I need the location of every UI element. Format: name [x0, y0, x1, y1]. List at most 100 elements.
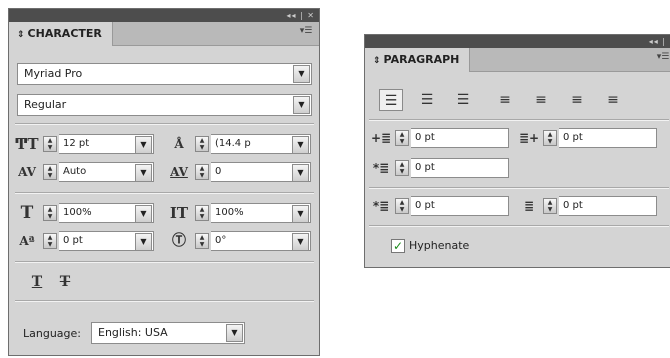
- horizontal-scale-stepper[interactable]: ▲ ▼: [195, 205, 209, 221]
- panel-menu-icon[interactable]: ▾☰: [299, 26, 313, 36]
- divider: [15, 301, 314, 302]
- left-indent-icon: +≣: [370, 131, 392, 145]
- chevron-down-icon[interactable]: ▼: [135, 164, 152, 182]
- kerning-field[interactable]: Auto ▼: [59, 162, 154, 182]
- first-line-indent-field[interactable]: 0 pt: [411, 158, 509, 178]
- kerning-stepper[interactable]: ▲ ▼: [43, 164, 57, 180]
- divider: [369, 188, 669, 189]
- justify-last-center-button[interactable]: ≡: [529, 89, 553, 111]
- left-indent-stepper[interactable]: ▲ ▼: [395, 130, 409, 146]
- chevron-down-icon[interactable]: ▼: [135, 136, 152, 154]
- first-line-indent-value: 0 pt: [415, 162, 435, 173]
- panel-title-bar: ◂◂ |: [365, 35, 670, 48]
- vertical-scale-icon: T: [20, 203, 34, 223]
- right-indent-stepper[interactable]: ▲ ▼: [543, 130, 557, 146]
- font-size-field[interactable]: 12 pt ▼: [59, 134, 154, 154]
- right-indent-value: 0 pt: [563, 132, 583, 143]
- leading-field[interactable]: (14.4 p ▼: [211, 134, 311, 154]
- baseline-shift-field[interactable]: 0 pt ▼: [59, 231, 154, 251]
- language-value: English: USA: [98, 326, 168, 339]
- tab-paragraph[interactable]: ⇕ PARAGRAPH: [365, 48, 471, 72]
- divider: [369, 120, 669, 121]
- font-style-select[interactable]: Regular ▼: [17, 94, 312, 116]
- justify-all-button[interactable]: ≡: [601, 89, 625, 111]
- tab-row: ⇕ PARAGRAPH ▾☰: [365, 48, 670, 72]
- chevron-down-icon[interactable]: ▼: [226, 324, 243, 342]
- tracking-icon: AV: [170, 165, 188, 179]
- vertical-scale-stepper[interactable]: ▲ ▼: [43, 205, 57, 221]
- space-after-value: 0 pt: [563, 200, 583, 211]
- chevron-down-icon[interactable]: ▼: [292, 205, 309, 223]
- tab-label: PARAGRAPH: [383, 53, 460, 66]
- space-after-field[interactable]: 0 pt: [559, 196, 657, 216]
- align-left-button[interactable]: ☰: [379, 89, 403, 111]
- first-line-indent-stepper[interactable]: ▲ ▼: [395, 160, 409, 176]
- font-size-stepper[interactable]: ▲ ▼: [43, 136, 57, 152]
- baseline-shift-value: 0 pt: [63, 235, 83, 246]
- font-size-icon: ͲT: [15, 135, 39, 153]
- space-before-value: 0 pt: [415, 200, 435, 211]
- divider: [15, 262, 314, 263]
- tab-character[interactable]: ⇕ CHARACTER: [9, 22, 113, 46]
- hyphenate-label: Hyphenate: [409, 239, 470, 252]
- rotation-field[interactable]: 0° ▼: [211, 231, 311, 251]
- left-indent-value: 0 pt: [415, 132, 435, 143]
- leading-stepper[interactable]: ▲ ▼: [195, 136, 209, 152]
- right-indent-field[interactable]: 0 pt: [559, 128, 657, 148]
- tab-label: CHARACTER: [27, 27, 102, 40]
- panel-menu-icon[interactable]: ▾☰: [656, 52, 670, 62]
- chevron-down-icon[interactable]: ▼: [293, 65, 310, 83]
- paragraph-panel: ◂◂ | ⇕ PARAGRAPH ▾☰ ☰ ☰ ☰ ≡ ≡ ≡ ≡ +≣ ▲ ▼ 0…: [364, 34, 670, 268]
- first-line-indent-icon: *≣: [372, 161, 390, 175]
- character-panel: ◂◂ | ✕ ⇕ CHARACTER ▾☰ Myriad Pro ▼ Regula…: [8, 8, 320, 356]
- space-after-icon: ≣: [523, 199, 535, 213]
- right-indent-icon: ≣+: [518, 131, 540, 145]
- baseline-shift-stepper[interactable]: ▲ ▼: [43, 233, 57, 249]
- character-rotation-icon: Ⓣ: [172, 233, 186, 249]
- chevron-down-icon[interactable]: ▼: [292, 233, 309, 251]
- hyphenate-checkbox[interactable]: ✓: [391, 239, 405, 253]
- chevron-down-icon[interactable]: ▼: [293, 96, 310, 114]
- chevron-down-icon[interactable]: ▼: [292, 164, 309, 182]
- leading-icon: Å: [174, 137, 184, 151]
- kerning-icon: AV: [18, 165, 36, 179]
- divider: [15, 124, 314, 125]
- language-select[interactable]: English: USA ▼: [91, 322, 245, 344]
- horizontal-scale-value: 100%: [215, 207, 244, 218]
- collapse-close-controls[interactable]: ◂◂ | ✕: [286, 9, 315, 22]
- vertical-scale-field[interactable]: 100% ▼: [59, 203, 154, 223]
- space-before-field[interactable]: 0 pt: [411, 196, 509, 216]
- chevron-down-icon[interactable]: ▼: [135, 233, 152, 251]
- font-family-select[interactable]: Myriad Pro ▼: [17, 63, 312, 85]
- align-center-button[interactable]: ☰: [415, 89, 439, 111]
- space-before-stepper[interactable]: ▲ ▼: [395, 198, 409, 214]
- horizontal-scale-icon: IT: [169, 204, 189, 222]
- tracking-field[interactable]: 0 ▼: [211, 162, 311, 182]
- baseline-shift-icon: Aª: [19, 234, 35, 248]
- rotation-value: 0°: [215, 235, 227, 246]
- tab-row: ⇕ CHARACTER ▾☰: [9, 22, 319, 46]
- chevron-down-icon[interactable]: ▼: [135, 205, 152, 223]
- rotation-stepper[interactable]: ▲ ▼: [195, 233, 209, 249]
- expand-caret-icon: ⇕: [17, 30, 25, 40]
- kerning-value: Auto: [63, 166, 87, 177]
- tracking-value: 0: [215, 166, 222, 177]
- justify-last-left-button[interactable]: ≡: [493, 89, 517, 111]
- chevron-down-icon[interactable]: ▼: [292, 136, 309, 154]
- expand-caret-icon: ⇕: [373, 56, 381, 66]
- panel-title-bar: ◂◂ | ✕: [9, 9, 319, 22]
- tracking-stepper[interactable]: ▲ ▼: [195, 164, 209, 180]
- horizontal-scale-field[interactable]: 100% ▼: [211, 203, 311, 223]
- underline-button[interactable]: T: [25, 271, 49, 293]
- left-indent-field[interactable]: 0 pt: [411, 128, 509, 148]
- space-after-stepper[interactable]: ▲ ▼: [543, 198, 557, 214]
- font-size-value: 12 pt: [63, 138, 90, 149]
- align-right-button[interactable]: ☰: [451, 89, 475, 111]
- leading-value: (14.4 p: [215, 138, 251, 149]
- space-before-icon: *≣: [372, 199, 390, 213]
- justify-last-right-button[interactable]: ≡: [565, 89, 589, 111]
- strikethrough-button[interactable]: T: [53, 271, 77, 293]
- collapse-controls[interactable]: ◂◂ |: [649, 35, 666, 48]
- vertical-scale-value: 100%: [63, 207, 92, 218]
- language-label: Language:: [23, 327, 81, 340]
